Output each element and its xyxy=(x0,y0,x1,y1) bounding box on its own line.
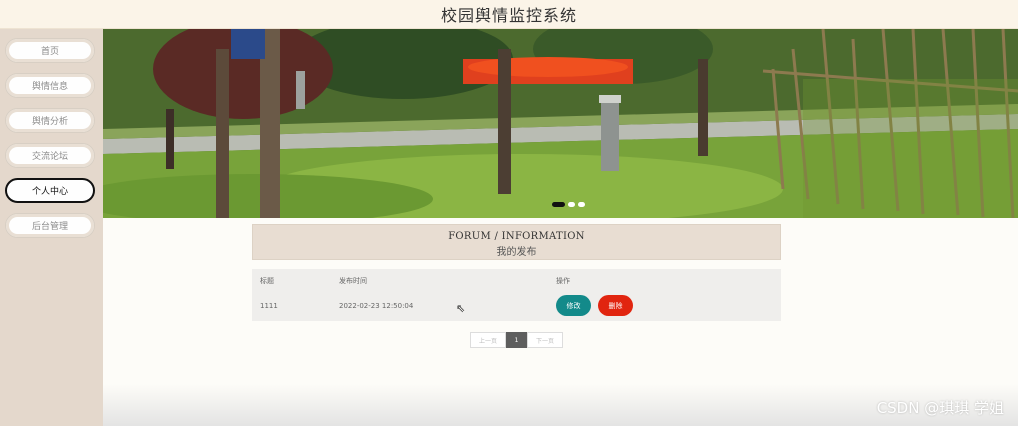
nav-item-home[interactable]: 首页 xyxy=(5,38,95,63)
delete-button[interactable]: 删除 xyxy=(598,295,633,316)
posts-table: 标题 发布时间 操作 1111 2022-02-23 12:50:04 修改 删… xyxy=(252,269,781,321)
prev-page-button[interactable]: 上一页 xyxy=(470,332,506,348)
column-header-title: 标题 xyxy=(260,277,274,285)
nav-item-forum[interactable]: 交流论坛 xyxy=(5,143,95,168)
nav-item-opinion-info[interactable]: 舆情信息 xyxy=(5,73,95,98)
section-header: FORUM / INFORMATION 我的发布 xyxy=(252,224,781,260)
edit-button[interactable]: 修改 xyxy=(556,295,591,316)
nav-item-personal-center[interactable]: 个人中心 xyxy=(5,178,95,203)
app-header: 校园舆情监控系统 xyxy=(0,0,1018,29)
row-title: 1111 xyxy=(260,302,278,310)
column-header-actions: 操作 xyxy=(556,277,570,285)
carousel-dot-1[interactable] xyxy=(552,202,565,207)
next-page-button[interactable]: 下一页 xyxy=(527,332,563,348)
watermark: CSDN @琪琪 学姐 xyxy=(876,399,1004,417)
section-title-en: FORUM / INFORMATION xyxy=(448,231,585,242)
pagination: 上一页 1 下一页 xyxy=(470,332,563,348)
carousel-dot-3[interactable] xyxy=(578,202,585,207)
current-page-button[interactable]: 1 xyxy=(506,332,527,348)
row-time: 2022-02-23 12:50:04 xyxy=(339,302,414,310)
section-title-cn: 我的发布 xyxy=(496,247,537,258)
carousel-dots xyxy=(552,202,585,207)
column-header-time: 发布时间 xyxy=(339,277,367,285)
banner-carousel[interactable] xyxy=(103,29,1018,218)
mouse-cursor-icon: ⇖ xyxy=(456,302,466,315)
carousel-dot-2[interactable] xyxy=(568,202,575,207)
app-title: 校园舆情监控系统 xyxy=(440,6,577,25)
nav-item-opinion-analysis[interactable]: 舆情分析 xyxy=(5,108,95,133)
sidebar-nav: 首页 舆情信息 舆情分析 交流论坛 个人中心 后台管理 xyxy=(0,29,103,426)
nav-item-admin[interactable]: 后台管理 xyxy=(5,213,95,238)
banner-image xyxy=(103,29,1018,218)
